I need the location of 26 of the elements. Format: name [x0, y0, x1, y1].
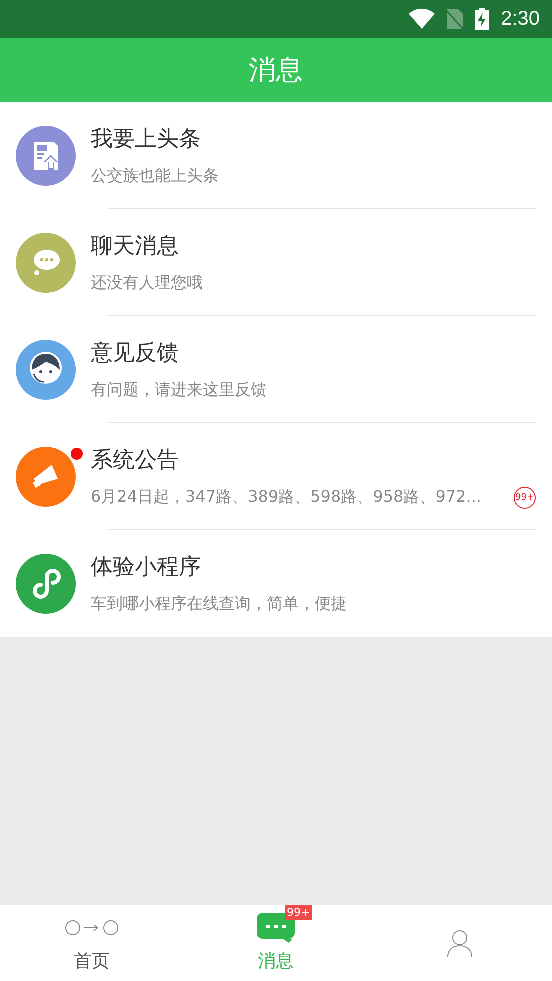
message-item[interactable]: 我要上头条 公交族也能上头条: [0, 102, 552, 209]
clock-time: 2:30: [501, 8, 540, 30]
item-subtitle: 6月24日起，347路、389路、598路、958路、972...: [91, 487, 482, 508]
person-icon: [445, 928, 475, 958]
item-subtitle: 有问题，请进来这里反馈: [91, 380, 267, 401]
item-title: 系统公告: [91, 447, 179, 475]
count-badge: 99+: [285, 905, 312, 920]
route-icon: [65, 918, 119, 938]
item-subtitle: 公交族也能上头条: [91, 166, 219, 187]
item-title: 我要上头条: [91, 126, 201, 154]
item-subtitle: 还没有人理您哦: [91, 273, 203, 294]
battery-charging-icon: [475, 8, 490, 30]
item-title: 意见反馈: [91, 340, 179, 368]
message-item[interactable]: 系统公告 6月24日起，347路、389路、598路、958路、972... 99+: [0, 423, 552, 530]
item-title: 聊天消息: [91, 233, 179, 261]
item-subtitle: 车到哪小程序在线查询，简单，便捷: [91, 594, 347, 615]
no-sim-icon: [447, 9, 464, 29]
nav-tab[interactable]: 99+ 消息: [184, 905, 368, 981]
message-item[interactable]: 意见反馈 有问题，请进来这里反馈: [0, 316, 552, 423]
nav-tab[interactable]: 首页: [0, 905, 184, 981]
count-badge: 99+: [514, 487, 536, 509]
message-item[interactable]: 体验小程序 车到哪小程序在线查询，简单，便捷: [0, 530, 552, 637]
item-title: 体验小程序: [91, 554, 201, 582]
message-item[interactable]: 聊天消息 还没有人理您哦: [0, 209, 552, 316]
page-title: 消息: [249, 54, 303, 88]
wifi-icon: [409, 9, 436, 29]
